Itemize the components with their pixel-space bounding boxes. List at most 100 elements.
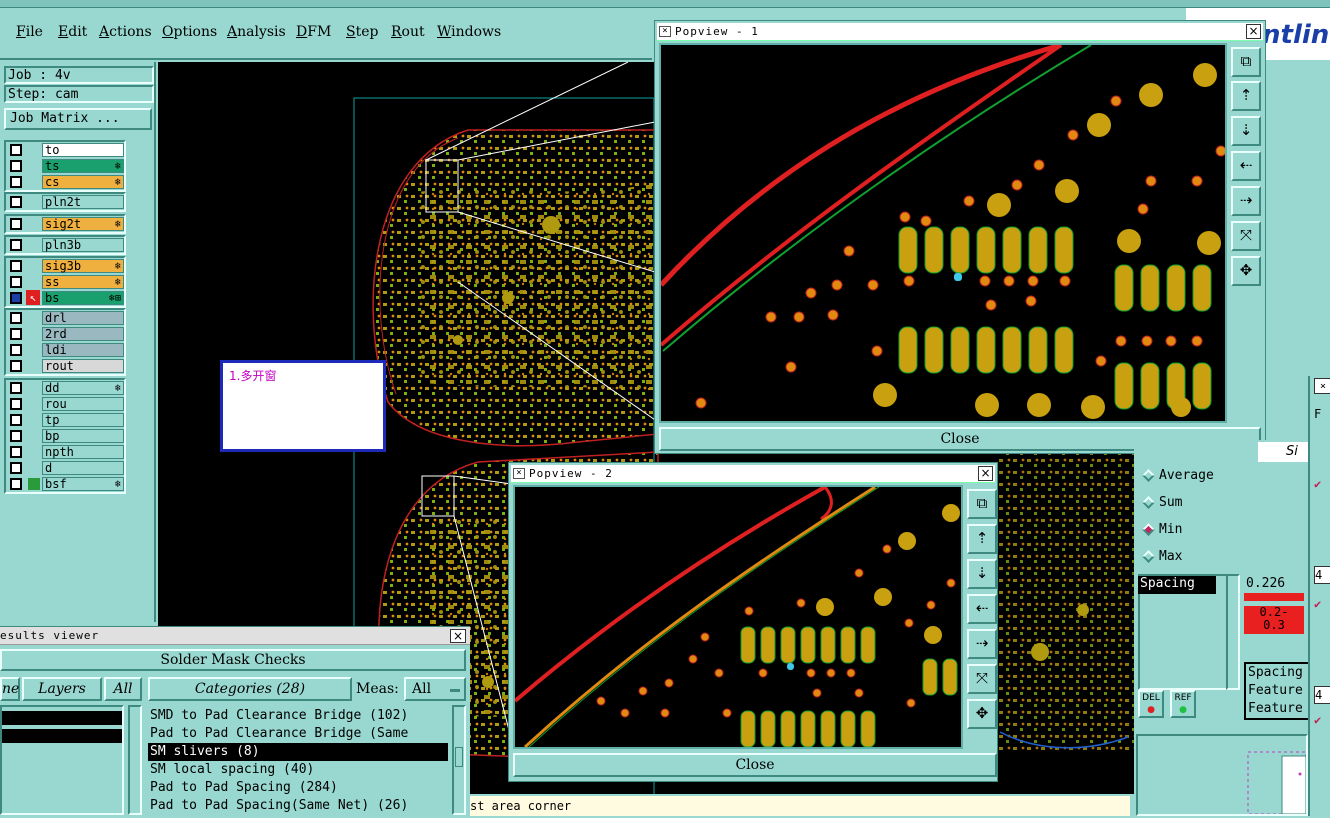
zoom-in-icon[interactable]: ✥ <box>1231 256 1261 286</box>
results-viewer-titlebar[interactable]: esults viewer <box>0 627 470 645</box>
layer-row-d[interactable]: d <box>6 460 124 476</box>
layer-checkbox[interactable] <box>10 176 22 188</box>
layer-checkbox[interactable] <box>10 430 22 442</box>
pan-left-icon[interactable]: ⇠ <box>967 594 997 624</box>
layer-checkbox[interactable] <box>10 196 22 208</box>
pan-down-icon[interactable]: ⇣ <box>967 559 997 589</box>
close-icon[interactable]: × <box>978 466 993 481</box>
zoom-in-icon[interactable]: ✥ <box>967 699 997 729</box>
layer-checkbox[interactable] <box>10 344 22 356</box>
layer-name[interactable]: 2rd <box>42 327 124 341</box>
layer-checkbox[interactable] <box>10 414 22 426</box>
layer-name[interactable]: sig2t ❄ <box>42 217 124 231</box>
layer-checkbox[interactable] <box>10 462 22 474</box>
category-item[interactable]: Pad to Pad Clearance Bridge (Same <box>148 725 448 743</box>
pan-right-icon[interactable]: ⇢ <box>1231 186 1261 216</box>
category-item[interactable]: Pad to Pad Spacing(Same Net) (26) <box>148 797 448 815</box>
layer-checkbox[interactable] <box>10 312 22 324</box>
layer-name[interactable]: bp <box>42 429 124 443</box>
menu-windows[interactable]: Windows <box>437 24 501 40</box>
layer-name[interactable]: pln2t <box>42 195 124 209</box>
window-menu-icon[interactable]: × <box>659 26 671 37</box>
pan-up-icon[interactable]: ⇡ <box>1231 81 1261 111</box>
layer-name[interactable]: bs ❄⊞ <box>42 291 124 305</box>
layer-row-tp[interactable]: tp <box>6 412 124 428</box>
stat-option-sum[interactable]: Sum <box>1138 493 1182 515</box>
layer-name[interactable]: pln3b <box>42 238 124 252</box>
categories-scrollbar[interactable] <box>452 705 466 815</box>
menu-rout[interactable]: Rout <box>391 24 425 40</box>
tab-all[interactable]: All <box>104 677 142 701</box>
stat-option-max[interactable]: Max <box>1138 547 1182 569</box>
layer-row-bs[interactable]: ↖ bs ❄⊞ <box>6 290 124 306</box>
layer-row-rout[interactable]: rout <box>6 358 124 374</box>
layer-name[interactable]: cs ❄ <box>42 175 124 189</box>
category-item[interactable]: Pad to Pad Spacing (284) <box>148 779 448 797</box>
layers-list-row[interactable] <box>2 711 122 725</box>
layer-row-bp[interactable]: bp <box>6 428 124 444</box>
solder-mask-checks-header[interactable]: Solder Mask Checks <box>0 649 466 671</box>
category-item[interactable]: SM local spacing (40) <box>148 761 448 779</box>
popview-1-zoom-graphic[interactable] <box>661 45 1227 421</box>
side-field[interactable]: 4 <box>1314 686 1330 704</box>
job-matrix-button[interactable]: Job Matrix ... <box>4 108 152 130</box>
popview-1-titlebar[interactable]: × Popview - 1 × <box>657 23 1263 41</box>
layer-checkbox[interactable] <box>10 360 22 372</box>
layer-row-sig2t[interactable]: sig2t ❄ <box>6 216 124 232</box>
layer-name[interactable]: rou <box>42 397 124 411</box>
layer-row-dd[interactable]: dd ❄ <box>6 380 124 396</box>
radio-diamond-icon[interactable] <box>1142 469 1155 482</box>
layer-row-rou[interactable]: rou <box>6 396 124 412</box>
popview-2-zoom-graphic[interactable] <box>515 487 961 747</box>
layer-checkbox[interactable] <box>10 276 22 288</box>
layer-checkbox[interactable] <box>10 239 22 251</box>
layer-checkbox[interactable] <box>10 328 22 340</box>
layer-name[interactable]: npth <box>42 445 124 459</box>
menu-step[interactable]: Step <box>346 24 378 40</box>
menu-actions[interactable]: Actions <box>99 24 152 40</box>
check-icon[interactable]: ✔ <box>1314 476 1330 492</box>
side-field[interactable]: 4 <box>1314 566 1330 584</box>
layer-row-cs[interactable]: cs ❄ <box>6 174 124 190</box>
layer-name[interactable]: drl <box>42 311 124 325</box>
layer-checkbox[interactable] <box>10 478 22 490</box>
layer-checkbox[interactable] <box>10 446 22 458</box>
popview-2-titlebar[interactable]: × Popview - 2 × <box>511 465 995 483</box>
layer-name[interactable]: dd ❄ <box>42 381 124 395</box>
layer-row-to[interactable]: to <box>6 142 124 158</box>
layer-row-drl[interactable]: drl <box>6 310 124 326</box>
zoom-out-icon[interactable]: ⤧ <box>967 664 997 694</box>
zoom-window-icon[interactable]: ⧉ <box>1231 47 1261 77</box>
layers-list[interactable] <box>0 705 124 815</box>
popview-2-close-button[interactable]: Close <box>513 753 997 777</box>
measure-scrollbar[interactable] <box>1226 574 1240 690</box>
layer-checkbox[interactable] <box>10 292 22 304</box>
popview-2-canvas[interactable] <box>513 485 963 749</box>
layer-name[interactable]: rout <box>42 359 124 373</box>
layer-name[interactable]: d <box>42 461 124 475</box>
menu-file[interactable]: File <box>16 24 43 40</box>
categories-list[interactable]: SMD to Pad Clearance Bridge (102) Pad to … <box>148 707 448 815</box>
zoom-out-icon[interactable]: ⤧ <box>1231 221 1261 251</box>
layer-checkbox[interactable] <box>10 398 22 410</box>
menu-options[interactable]: Options <box>162 24 217 40</box>
layer-checkbox[interactable] <box>10 382 22 394</box>
layer-checkbox[interactable] <box>10 218 22 230</box>
layer-checkbox[interactable] <box>10 260 22 272</box>
radio-diamond-icon[interactable] <box>1142 550 1155 563</box>
layer-checkbox[interactable] <box>10 160 22 172</box>
categories-header[interactable]: Categories (28) <box>148 677 352 701</box>
pan-right-icon[interactable]: ⇢ <box>967 629 997 659</box>
scroll-thumb[interactable] <box>455 747 463 767</box>
layer-name[interactable]: tp <box>42 413 124 427</box>
tab-one[interactable]: ne <box>0 677 20 701</box>
category-item[interactable]: SMD to Pad Clearance Bridge (102) <box>148 707 448 725</box>
menu-edit[interactable]: Edit <box>58 24 87 40</box>
zoom-window-icon[interactable]: ⧉ <box>967 489 997 519</box>
radio-diamond-icon[interactable] <box>1142 523 1155 536</box>
category-item[interactable]: SM slivers (8) <box>148 743 448 761</box>
layers-scrollbar[interactable] <box>128 705 142 815</box>
layer-row-pln2t[interactable]: pln2t <box>6 194 124 210</box>
radio-diamond-icon[interactable] <box>1142 496 1155 509</box>
window-menu-icon[interactable]: × <box>513 468 525 479</box>
